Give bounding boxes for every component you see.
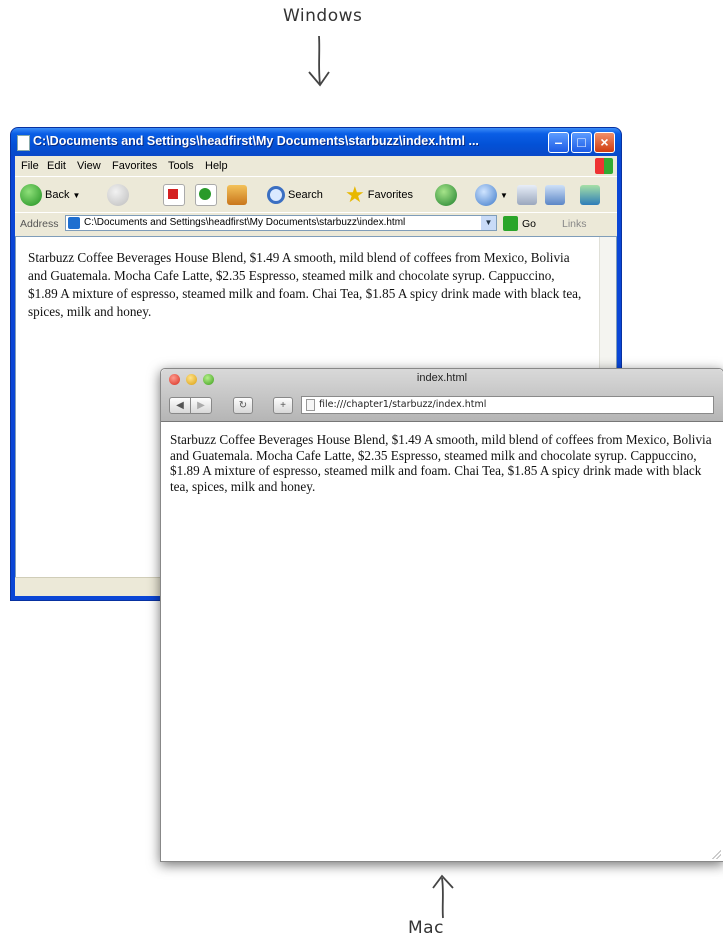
- search-button[interactable]: Search: [267, 182, 323, 208]
- favorites-label: Favorites: [367, 189, 413, 201]
- windows-annotation: Windows: [283, 6, 363, 26]
- print-button[interactable]: [517, 182, 537, 208]
- xp-window-title: C:\Documents and Settings\headfirst\My D…: [33, 134, 479, 148]
- minimize-button[interactable]: –: [548, 132, 569, 153]
- page-icon: [306, 399, 315, 411]
- mac-back-button[interactable]: ◀: [169, 397, 191, 414]
- refresh-icon: [195, 184, 217, 206]
- stop-icon: [163, 184, 185, 206]
- mac-forward-button[interactable]: ▶: [190, 397, 212, 414]
- menu-edit[interactable]: Edit: [47, 160, 66, 172]
- mail-button[interactable]: ▼: [475, 182, 508, 208]
- edit-button[interactable]: [545, 182, 565, 208]
- refresh-button[interactable]: [195, 182, 217, 208]
- mac-window-title: index.html: [416, 372, 468, 384]
- back-arrow-icon: [20, 184, 42, 206]
- links-button[interactable]: Links: [562, 218, 587, 230]
- go-button[interactable]: Go: [503, 216, 536, 231]
- close-button[interactable]: ×: [594, 132, 615, 153]
- mac-annotation: Mac: [408, 918, 444, 938]
- history-icon: [435, 184, 457, 206]
- stop-button[interactable]: [163, 182, 185, 208]
- address-label: Address: [20, 218, 59, 230]
- mac-reload-button[interactable]: ↻: [233, 397, 253, 414]
- document-icon: [17, 135, 30, 151]
- xp-title-bar[interactable]: C:\Documents and Settings\headfirst\My D…: [11, 128, 621, 156]
- forward-button[interactable]: [107, 182, 129, 208]
- address-text: C:\Documents and Settings\headfirst\My D…: [84, 217, 406, 228]
- go-arrow-icon: [503, 216, 518, 231]
- windows-logo-icon: [595, 158, 613, 174]
- xp-page-text: Starbuzz Coffee Beverages House Blend, $…: [28, 250, 582, 319]
- messenger-button[interactable]: [580, 182, 600, 208]
- xp-toolbar: Back ▼ Search ★ Favorites ▼: [15, 176, 617, 213]
- messenger-icon: [580, 185, 600, 205]
- favorites-button[interactable]: ★ Favorites: [345, 182, 413, 208]
- maximize-button[interactable]: □: [571, 132, 592, 153]
- mac-page-text: Starbuzz Coffee Beverages House Blend, $…: [170, 432, 712, 495]
- windows-arrow-icon: [308, 35, 330, 87]
- search-icon: [267, 186, 285, 204]
- menu-help[interactable]: Help: [205, 160, 228, 172]
- print-icon: [517, 185, 537, 205]
- mac-url-field[interactable]: file:///chapter1/starbuzz/index.html: [301, 396, 714, 414]
- address-bar: Address C:\Documents and Settings\headfi…: [15, 212, 617, 235]
- menu-file[interactable]: File: [21, 160, 39, 172]
- go-label: Go: [522, 217, 537, 230]
- xp-menu-bar: File Edit View Favorites Tools Help: [15, 156, 617, 176]
- forward-arrow-icon: [107, 184, 129, 206]
- edit-icon: [545, 185, 565, 205]
- back-label: Back: [45, 189, 70, 201]
- mac-toolbar[interactable]: index.html ◀ ▶ ↻ + file:///chapter1/star…: [161, 369, 723, 422]
- mac-arrow-icon: [432, 874, 454, 919]
- star-icon: ★: [345, 182, 365, 207]
- menu-tools[interactable]: Tools: [168, 160, 194, 172]
- menu-view[interactable]: View: [77, 160, 101, 172]
- resize-grip-icon[interactable]: [711, 849, 721, 859]
- home-button[interactable]: [227, 182, 247, 208]
- menu-favorites[interactable]: Favorites: [112, 160, 157, 172]
- search-label: Search: [288, 189, 323, 201]
- mac-add-bookmark-button[interactable]: +: [273, 397, 293, 414]
- mail-icon: [475, 184, 497, 206]
- back-button[interactable]: Back ▼: [20, 182, 80, 208]
- page-icon: [68, 217, 80, 229]
- mac-url-text: file:///chapter1/starbuzz/index.html: [319, 399, 487, 410]
- home-icon: [227, 185, 247, 205]
- address-input[interactable]: C:\Documents and Settings\headfirst\My D…: [65, 215, 497, 231]
- mac-safari-window: index.html ◀ ▶ ↻ + file:///chapter1/star…: [160, 368, 723, 862]
- chevron-down-icon[interactable]: ▼: [481, 216, 496, 230]
- history-button[interactable]: [435, 182, 457, 208]
